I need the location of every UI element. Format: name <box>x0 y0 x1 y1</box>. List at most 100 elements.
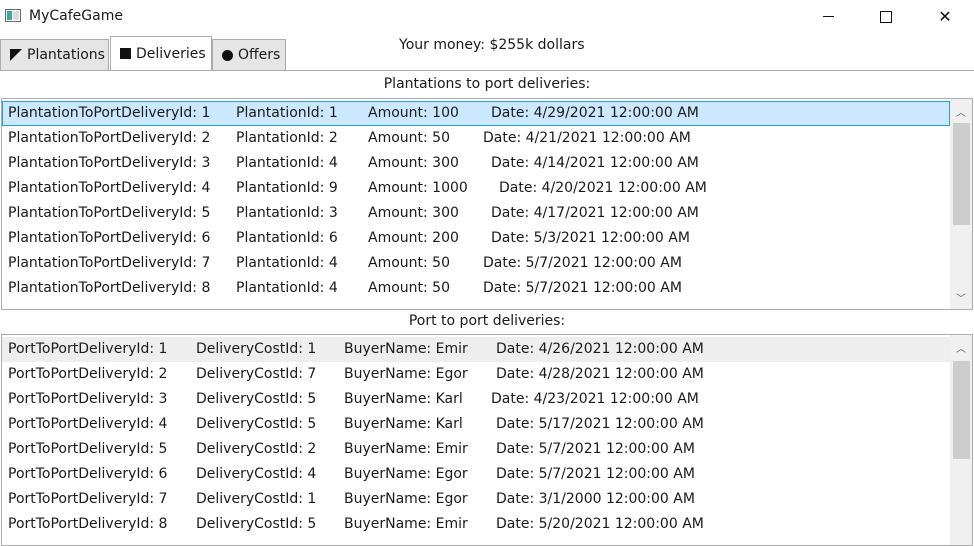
list-item[interactable]: PlantationToPortDeliveryId: 8 PlantationI… <box>2 276 950 301</box>
close-button[interactable]: ✕ <box>916 0 974 33</box>
cell-cost: DeliveryCostId: 5 <box>196 391 317 407</box>
cell-amount: Amount: 100 <box>368 105 459 121</box>
square-icon <box>120 48 131 59</box>
cell-buyer: BuyerName: Egor <box>344 466 468 482</box>
cell-cost: DeliveryCostId: 4 <box>196 466 317 482</box>
list-item[interactable]: PlantationToPortDeliveryId: 4 PlantationI… <box>2 176 950 201</box>
minimize-button[interactable] <box>799 0 857 33</box>
cell-id: PortToPortDeliveryId: 7 <box>8 491 168 507</box>
list-item[interactable]: PortToPortDeliveryId: 6 DeliveryCostId: 4… <box>2 462 950 487</box>
list-item[interactable]: PortToPortDeliveryId: 8 DeliveryCostId: 5… <box>2 512 950 537</box>
cell-plantation: PlantationId: 6 <box>236 230 338 246</box>
maximize-icon <box>880 10 892 23</box>
tab-plantations[interactable]: Plantations <box>0 39 109 70</box>
cell-buyer: BuyerName: Emir <box>344 441 468 457</box>
cell-date: Date: 5/7/2021 12:00:00 AM <box>496 441 695 457</box>
list-item[interactable]: PlantationToPortDeliveryId: 7 PlantationI… <box>2 251 950 276</box>
list-item[interactable]: PortToPortDeliveryId: 4 DeliveryCostId: 5… <box>2 412 950 437</box>
cell-cost: DeliveryCostId: 1 <box>196 491 317 507</box>
cell-plantation: PlantationId: 4 <box>236 280 338 296</box>
port-list-scrollbar[interactable]: ︿ <box>950 335 972 545</box>
cell-date: Date: 5/7/2021 12:00:00 AM <box>483 255 682 271</box>
list-item[interactable]: PlantationToPortDeliveryId: 3 PlantationI… <box>2 151 950 176</box>
plantation-list-scrollbar[interactable]: ︿ ﹀ <box>950 99 972 309</box>
list-item[interactable]: PlantationToPortDeliveryId: 6 PlantationI… <box>2 226 950 251</box>
minimize-icon <box>822 16 834 17</box>
list-item[interactable]: PortToPortDeliveryId: 3 DeliveryCostId: 5… <box>2 387 950 412</box>
cell-cost: DeliveryCostId: 2 <box>196 441 317 457</box>
window-title: MyCafeGame <box>29 8 123 24</box>
cell-plantation: PlantationId: 3 <box>236 205 338 221</box>
list-item[interactable]: PortToPortDeliveryId: 2 DeliveryCostId: 7… <box>2 362 950 387</box>
port-deliveries-list[interactable]: PortToPortDeliveryId: 1 DeliveryCostId: 1… <box>1 334 973 546</box>
cell-date: Date: 5/3/2021 12:00:00 AM <box>491 230 690 246</box>
close-icon: ✕ <box>938 7 952 26</box>
cell-id: PlantationToPortDeliveryId: 5 <box>8 205 211 221</box>
scroll-thumb[interactable] <box>953 361 970 459</box>
plantation-deliveries-list[interactable]: PlantationToPortDeliveryId: 1 PlantationI… <box>1 98 973 310</box>
money-display: Your money: $255k dollars <box>399 37 585 53</box>
circle-icon <box>222 49 233 61</box>
cell-cost: DeliveryCostId: 5 <box>196 516 317 532</box>
cell-buyer: BuyerName: Egor <box>344 491 468 507</box>
cell-amount: Amount: 200 <box>368 230 459 246</box>
cell-plantation: PlantationId: 2 <box>236 130 338 146</box>
list-item[interactable]: PlantationToPortDeliveryId: 2 PlantationI… <box>2 126 950 151</box>
cell-date: Date: 4/14/2021 12:00:00 AM <box>491 155 699 171</box>
maximize-button[interactable] <box>857 0 915 33</box>
cell-amount: Amount: 50 <box>368 280 450 296</box>
plantation-deliveries-title: Plantations to port deliveries: <box>383 76 591 92</box>
tab-deliveries[interactable]: Deliveries <box>110 36 212 70</box>
cell-date: Date: 5/7/2021 12:00:00 AM <box>496 466 695 482</box>
tab-offers[interactable]: Offers <box>212 39 286 70</box>
cell-date: Date: 4/29/2021 12:00:00 AM <box>491 105 699 121</box>
app-icon <box>5 9 21 22</box>
cell-date: Date: 5/17/2021 12:00:00 AM <box>496 416 704 432</box>
list-item[interactable]: PortToPortDeliveryId: 1 DeliveryCostId: 1… <box>2 337 950 362</box>
cell-buyer: BuyerName: Karl <box>344 416 463 432</box>
cell-id: PlantationToPortDeliveryId: 2 <box>8 130 211 146</box>
cell-date: Date: 4/26/2021 12:00:00 AM <box>496 341 704 357</box>
cell-plantation: PlantationId: 4 <box>236 155 338 171</box>
cell-id: PortToPortDeliveryId: 2 <box>8 366 168 382</box>
cell-date: Date: 4/17/2021 12:00:00 AM <box>491 205 699 221</box>
cell-id: PortToPortDeliveryId: 6 <box>8 466 168 482</box>
scroll-up-icon[interactable]: ︿ <box>950 101 972 121</box>
cell-amount: Amount: 300 <box>368 155 459 171</box>
cell-date: Date: 5/7/2021 12:00:00 AM <box>483 280 682 296</box>
scroll-up-icon[interactable]: ︿ <box>950 337 972 357</box>
cell-buyer: BuyerName: Egor <box>344 366 468 382</box>
cell-id: PortToPortDeliveryId: 8 <box>8 516 168 532</box>
cell-date: Date: 4/28/2021 12:00:00 AM <box>496 366 704 382</box>
cell-plantation: PlantationId: 9 <box>236 180 338 196</box>
cell-plantation: PlantationId: 1 <box>236 105 338 121</box>
title-bar[interactable]: MyCafeGame ✕ <box>0 0 974 33</box>
cell-id: PortToPortDeliveryId: 4 <box>8 416 168 432</box>
cell-amount: Amount: 50 <box>368 130 450 146</box>
cell-date: Date: 4/20/2021 12:00:00 AM <box>499 180 707 196</box>
tab-label: Plantations <box>27 47 105 63</box>
list-item[interactable]: PlantationToPortDeliveryId: 1 PlantationI… <box>2 101 950 126</box>
cell-cost: DeliveryCostId: 1 <box>196 341 317 357</box>
cell-id: PlantationToPortDeliveryId: 4 <box>8 180 211 196</box>
cell-cost: DeliveryCostId: 7 <box>196 366 317 382</box>
cell-cost: DeliveryCostId: 5 <box>196 416 317 432</box>
port-deliveries-title: Port to port deliveries: <box>408 313 566 329</box>
list-item[interactable]: PortToPortDeliveryId: 5 DeliveryCostId: 2… <box>2 437 950 462</box>
tab-label: Offers <box>238 47 281 63</box>
tab-divider <box>0 70 974 71</box>
cell-id: PlantationToPortDeliveryId: 7 <box>8 255 211 271</box>
triangle-icon <box>10 49 22 61</box>
list-item[interactable]: PortToPortDeliveryId: 7 DeliveryCostId: 1… <box>2 487 950 512</box>
cell-id: PlantationToPortDeliveryId: 6 <box>8 230 211 246</box>
cell-amount: Amount: 50 <box>368 255 450 271</box>
cell-buyer: BuyerName: Emir <box>344 516 468 532</box>
scroll-thumb[interactable] <box>953 123 970 225</box>
cell-id: PlantationToPortDeliveryId: 8 <box>8 280 211 296</box>
cell-id: PortToPortDeliveryId: 3 <box>8 391 168 407</box>
list-item[interactable]: PlantationToPortDeliveryId: 5 PlantationI… <box>2 201 950 226</box>
tab-label: Deliveries <box>136 45 206 62</box>
scroll-down-icon[interactable]: ﹀ <box>950 287 972 307</box>
money-text: Your money: $255k dollars <box>399 37 585 53</box>
cell-id: PortToPortDeliveryId: 5 <box>8 441 168 457</box>
